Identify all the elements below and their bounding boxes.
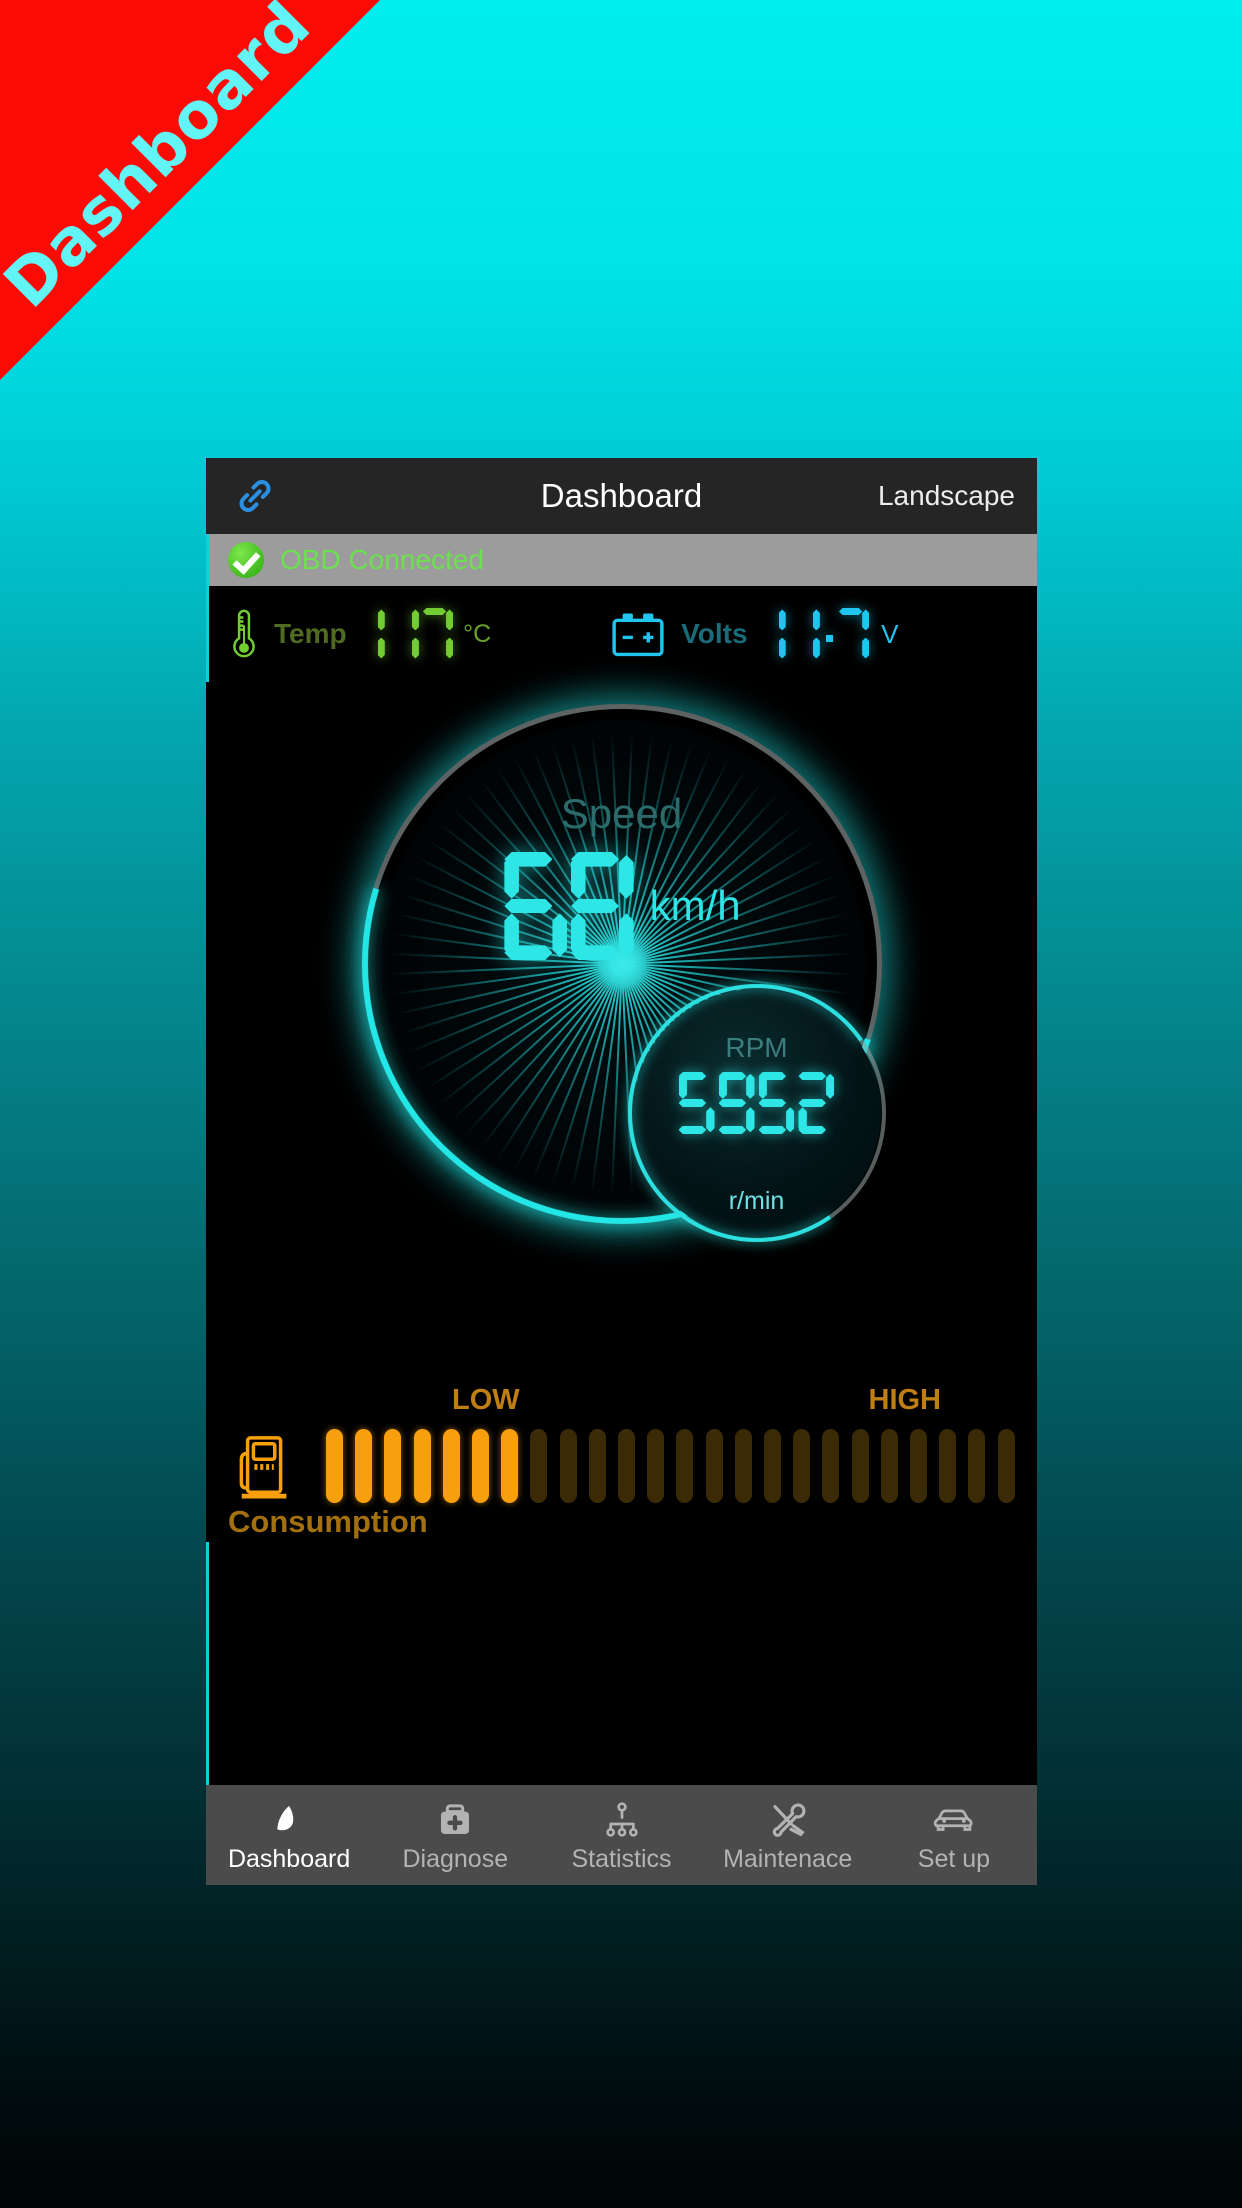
consumption-bar	[355, 1429, 373, 1503]
metrics-row: Temp °C Volts V	[206, 586, 1037, 682]
nav-item-label: Set up	[917, 1845, 991, 1873]
car-icon	[932, 1796, 976, 1840]
consumption-bar	[676, 1429, 694, 1503]
consumption-bar	[793, 1429, 811, 1503]
battery-icon	[612, 613, 664, 657]
volts-value	[754, 608, 872, 660]
speed-digits	[502, 852, 635, 960]
consumption-bar	[764, 1429, 782, 1503]
consumption-bar	[588, 1429, 606, 1503]
consumption-bar	[968, 1429, 986, 1503]
consumption-high-label: HIGH	[868, 1384, 942, 1416]
thermometer-icon	[233, 609, 255, 658]
speed-unit: km/h	[649, 882, 741, 929]
app-bar: Dashboard Landscape	[206, 458, 1037, 534]
volts-label: Volts	[681, 618, 748, 649]
rpm-readout	[628, 1072, 886, 1134]
nav-item-set-up[interactable]: Set up	[871, 1785, 1037, 1885]
temp-metric: Temp °C	[226, 605, 491, 663]
status-badge: OBD Connected	[280, 544, 484, 575]
consumption-bar	[822, 1429, 840, 1503]
ribbon-triangle	[0, 0, 380, 380]
consumption-low-label: LOW	[452, 1384, 520, 1416]
consumption-bar	[705, 1429, 723, 1503]
consumption-bar-meter	[326, 1428, 1015, 1504]
speedometer-area: Speed km/h RPM r/min	[206, 612, 1037, 1382]
temp-unit: °C	[463, 619, 492, 648]
nav-item-label: Dashboard	[227, 1845, 351, 1873]
phone-screenshot: Dashboard Landscape OBD Connected Temp °…	[206, 458, 1037, 1885]
rpm-digits	[677, 1072, 837, 1134]
consumption-bar	[997, 1429, 1015, 1503]
first-aid-kit-icon	[435, 1796, 475, 1840]
bottom-navigation: Dashboard Diagnose Statistics Maintenace Set…	[206, 1785, 1037, 1885]
speed-gauge[interactable]: Speed km/h RPM r/min	[269, 612, 974, 1316]
nav-item-dashboard[interactable]: Dashboard	[206, 1785, 372, 1885]
speed-readout: km/h	[362, 852, 882, 960]
consumption-label: Consumption	[228, 1504, 428, 1539]
corner-ribbon: Dashboard	[0, 0, 380, 380]
nav-item-label: Diagnose	[402, 1845, 509, 1873]
temp-label: Temp	[274, 618, 347, 649]
speedometer-icon	[269, 1796, 309, 1840]
consumption-bar	[501, 1429, 519, 1503]
consumption-bar	[530, 1429, 548, 1503]
consumption-bar	[413, 1429, 431, 1503]
ribbon-label: Dashboard	[0, 0, 326, 323]
consumption-bar	[734, 1429, 752, 1503]
consumption-bar	[384, 1429, 402, 1503]
consumption-bar	[326, 1429, 343, 1503]
consumption-section: LOW HIGH Consumption	[206, 1382, 1037, 1542]
fuel-pump-icon	[234, 1430, 300, 1504]
consumption-bar	[618, 1429, 636, 1503]
rpm-gauge[interactable]: RPM r/min	[607, 963, 906, 1263]
consumption-bar	[910, 1429, 928, 1503]
consumption-bar	[472, 1429, 490, 1503]
consumption-bar	[851, 1429, 869, 1503]
landscape-button[interactable]: Landscape	[878, 480, 1015, 512]
volts-unit: V	[881, 618, 899, 649]
consumption-bar	[442, 1429, 460, 1503]
nav-item-statistics[interactable]: Statistics	[538, 1785, 704, 1885]
consumption-bar	[647, 1429, 665, 1503]
obd-status-bar: OBD Connected	[206, 534, 1037, 586]
nav-item-diagnose[interactable]: Diagnose	[372, 1785, 538, 1885]
hierarchy-chart-icon	[602, 1796, 642, 1840]
consumption-bar	[880, 1429, 898, 1503]
nav-item-label: Statistics	[571, 1845, 672, 1873]
rpm-unit: r/min	[728, 1187, 785, 1215]
tools-icon	[768, 1796, 808, 1840]
nav-item-label: Maintenace	[723, 1845, 853, 1873]
speed-label: Speed	[560, 790, 683, 837]
consumption-bar	[559, 1429, 577, 1503]
rpm-label: RPM	[725, 1032, 788, 1063]
temp-value	[353, 608, 455, 660]
consumption-bar	[939, 1429, 957, 1503]
nav-item-maintenace[interactable]: Maintenace	[705, 1785, 871, 1885]
volts-metric: Volts V	[609, 608, 899, 660]
check-circle-icon	[228, 542, 264, 578]
